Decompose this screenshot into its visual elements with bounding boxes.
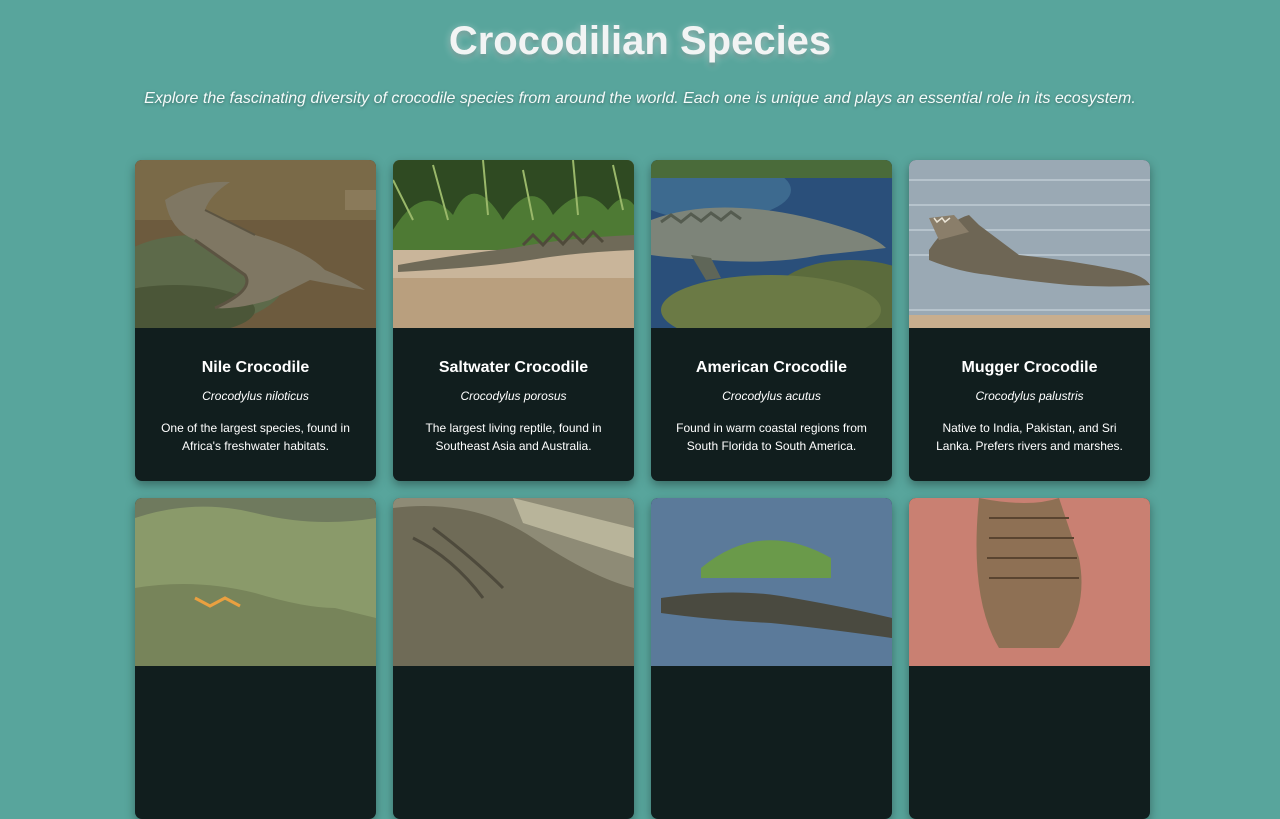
page-subtitle: Explore the fascinating diversity of cro… bbox=[144, 90, 1136, 107]
page-title: Crocodilian Species bbox=[448, 19, 832, 63]
species-latin-name: Crocodylus acutus bbox=[722, 389, 821, 403]
species-latin-name: Crocodylus palustris bbox=[975, 389, 1084, 403]
species-description: Native to India, Pakistan, and Sri Lanka… bbox=[936, 421, 1123, 453]
mugger-crocodile-photo bbox=[909, 160, 1150, 328]
crocodile-photo bbox=[909, 498, 1150, 666]
species-name: Mugger Crocodile bbox=[961, 359, 1098, 376]
species-latin-name: Crocodylus porosus bbox=[460, 389, 567, 403]
species-name: Saltwater Crocodile bbox=[438, 359, 589, 376]
nile-crocodile-photo bbox=[135, 160, 376, 328]
species-card-american[interactable]: American Crocodile Crocodylus acutus Fou… bbox=[651, 160, 892, 481]
species-description: Found in warm coastal regions from South… bbox=[676, 421, 867, 453]
species-description: The largest living reptile, found in Sou… bbox=[425, 421, 602, 453]
species-card[interactable] bbox=[393, 498, 634, 819]
species-card-mugger[interactable]: Mugger Crocodile Crocodylus palustris Na… bbox=[909, 160, 1150, 481]
species-grid: Nile Crocodile Crocodylus niloticus One … bbox=[135, 160, 1150, 819]
species-card[interactable] bbox=[135, 498, 376, 819]
crocodile-photo bbox=[135, 498, 376, 666]
crocodile-photo bbox=[393, 498, 634, 666]
species-card[interactable] bbox=[909, 498, 1150, 819]
saltwater-crocodile-photo bbox=[393, 160, 634, 328]
crocodile-photo bbox=[651, 498, 892, 666]
species-card[interactable] bbox=[651, 498, 892, 819]
species-latin-name: Crocodylus niloticus bbox=[202, 389, 309, 403]
species-description: One of the largest species, found in Afr… bbox=[161, 421, 350, 453]
species-name: Nile Crocodile bbox=[201, 359, 310, 376]
species-card-nile[interactable]: Nile Crocodile Crocodylus niloticus One … bbox=[135, 160, 376, 481]
american-crocodile-photo bbox=[651, 160, 892, 328]
species-name: American Crocodile bbox=[695, 359, 848, 376]
species-card-saltwater[interactable]: Saltwater Crocodile Crocodylus porosus T… bbox=[393, 160, 634, 481]
